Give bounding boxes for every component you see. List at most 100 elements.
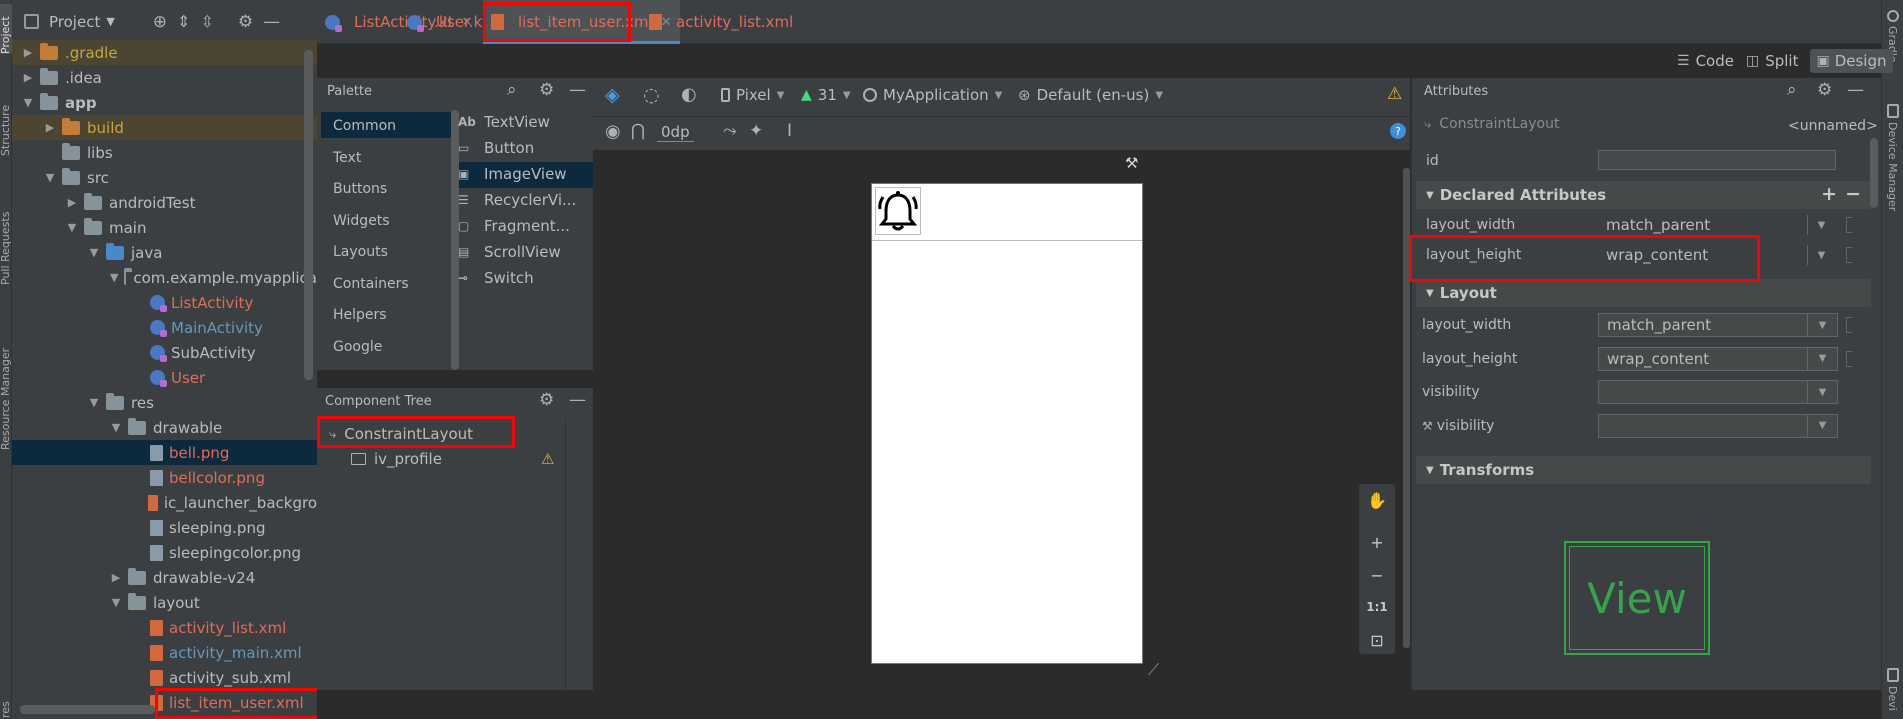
tree-row-mainactivity[interactable]: MainActivity xyxy=(12,315,317,340)
spacer[interactable] xyxy=(132,547,144,559)
structure-tool-tab[interactable]: Structure xyxy=(0,96,12,156)
night-mode-icon[interactable]: ◐ xyxy=(681,84,697,105)
chevron-down-icon[interactable]: ▼ xyxy=(106,15,114,28)
devices-tool-tab[interactable]: Devi xyxy=(1886,686,1899,719)
tree-row--idea[interactable]: ▶ .idea xyxy=(12,65,317,90)
palette-item-textview[interactable]: Ab TextView xyxy=(458,113,550,131)
chevron-down-icon[interactable]: ▼ xyxy=(110,271,118,284)
target-icon[interactable]: ⊕ xyxy=(153,12,167,32)
component-tree-hide-icon[interactable]: — xyxy=(569,390,586,410)
palette-category-containers[interactable]: Containers xyxy=(333,276,409,292)
tree-row-gradle[interactable]: ▶. gradle xyxy=(12,40,317,65)
attr-id-input[interactable] xyxy=(1598,150,1836,170)
tree-row-build[interactable]: ▶ build xyxy=(12,115,317,140)
chevron-down-icon[interactable]: ▼ xyxy=(88,246,100,259)
chevron-right-icon[interactable]: ▶ xyxy=(22,46,34,59)
tree-row-bell-png[interactable]: bell.png xyxy=(12,440,317,465)
tree-row-androidtest[interactable]: ▶ androidTest xyxy=(12,190,317,215)
chevron-down-icon[interactable]: ▼ xyxy=(1807,381,1837,403)
chevron-right-icon[interactable]: ▶ xyxy=(66,196,78,209)
layout-section-header[interactable]: ▼ Layout xyxy=(1416,279,1871,307)
zoom-fit-icon[interactable]: ⊡ xyxy=(1362,626,1392,654)
attributes-search-icon[interactable]: ⌕ xyxy=(1787,80,1797,100)
resource-manager-tool-tab[interactable]: Resource Manager xyxy=(0,330,12,450)
code-view-button[interactable]: Code xyxy=(1696,52,1734,70)
chevron-down-icon[interactable]: ▼ xyxy=(1807,314,1837,336)
chevron-right-icon[interactable]: ▶ xyxy=(110,571,122,584)
chevron-down-icon[interactable]: ▼ xyxy=(66,221,78,234)
wrench-icon[interactable]: ⚒ xyxy=(1125,154,1138,172)
palette-item-recyclervi-[interactable]: ☰ RecyclerVi... xyxy=(458,191,576,209)
palette-item-switch[interactable]: ⊸ Switch xyxy=(458,269,534,287)
theme-selector[interactable]: MyApplication ▼ xyxy=(863,86,1002,104)
spacer[interactable] xyxy=(132,497,142,509)
declared-attributes-header[interactable]: ▼ Declared Attributes + − xyxy=(1416,181,1871,209)
clear-constraints-icon[interactable]: ⤳ xyxy=(723,121,737,141)
attributes-hide-icon[interactable]: — xyxy=(1847,80,1864,100)
tree-row-java[interactable]: ▼ java xyxy=(12,240,317,265)
iv-profile[interactable] xyxy=(875,187,921,235)
api-selector[interactable]: ▲ 31 ▼ xyxy=(801,86,851,104)
palette-item-fragment-[interactable]: ▢ Fragment... xyxy=(458,217,570,235)
tree-row-activity-list-xml[interactable]: activity_list.xml xyxy=(12,615,317,640)
pan-icon[interactable]: ✋ xyxy=(1362,486,1392,514)
layers-icon[interactable]: ◈ xyxy=(605,84,620,106)
layout-attr-input-0[interactable]: match_parent ▼ xyxy=(1598,313,1838,337)
chevron-down-icon[interactable]: ▼ xyxy=(44,171,56,184)
pull-requests-tool-tab[interactable]: Pull Requests xyxy=(0,200,12,285)
split-view-button[interactable]: Split xyxy=(1765,52,1798,70)
warning-icon[interactable]: ⚠ xyxy=(541,450,554,468)
tree-row-libs[interactable]: libs xyxy=(12,140,317,165)
tree-row-com-example-myapplica[interactable]: ▼ com.example.myapplica xyxy=(12,265,317,290)
tree-row-sleepingcolor-png[interactable]: sleepingcolor.png xyxy=(12,540,317,565)
guidelines-icon[interactable]: Ⅰ xyxy=(787,121,792,141)
palette-hide-icon[interactable]: — xyxy=(569,80,586,100)
component-tree-child[interactable]: iv_profile xyxy=(351,450,442,468)
spacer[interactable] xyxy=(132,522,144,534)
tab-activity-list-xml[interactable]: activity_list.xml xyxy=(641,0,801,44)
tree-row-bellcolor-png[interactable]: bellcolor.png xyxy=(12,465,317,490)
spacer[interactable] xyxy=(132,322,144,334)
palette-item-imageview[interactable]: ▣ ImageView xyxy=(458,165,567,183)
transform-preview[interactable]: View xyxy=(1564,541,1710,655)
layout-attr-input-3[interactable]: ▼ xyxy=(1598,413,1838,438)
declared-attr-value-layout_width[interactable]: match_parent xyxy=(1598,213,1838,237)
add-attribute-icon[interactable]: + xyxy=(1821,183,1837,205)
chevron-down-icon[interactable]: ▼ xyxy=(1807,245,1835,265)
spacer[interactable] xyxy=(132,472,144,484)
attributes-scrollbar[interactable] xyxy=(1870,138,1878,208)
attributes-gear-icon[interactable]: ⚙ xyxy=(1817,80,1832,100)
infer-constraints-icon[interactable]: ✦ xyxy=(749,121,763,141)
search-icon[interactable]: ⌕ xyxy=(507,80,517,100)
palette-category-widgets[interactable]: Widgets xyxy=(333,213,390,229)
layout-attr-input-1[interactable]: wrap_content ▼ xyxy=(1598,346,1838,371)
tree-row-activity-sub-xml[interactable]: activity_sub.xml xyxy=(12,665,317,690)
palette-category-text[interactable]: Text xyxy=(333,150,361,166)
tree-row-sleeping-png[interactable]: sleeping.png xyxy=(12,515,317,540)
tree-row-layout[interactable]: ▼ layout xyxy=(12,590,317,615)
tree-row-app[interactable]: ▼ app xyxy=(12,90,317,115)
eye-icon[interactable]: ◉ xyxy=(605,121,621,142)
palette-item-button[interactable]: ▭ Button xyxy=(458,139,534,157)
palette-category-common[interactable]: Common xyxy=(333,118,396,134)
tree-row-drawable-v24[interactable]: ▶ drawable-v24 xyxy=(12,565,317,590)
zoom-actual-size-button[interactable]: 1:1 xyxy=(1362,593,1392,621)
expand-all-icon[interactable]: ⇕ xyxy=(177,12,190,31)
chevron-down-icon[interactable]: ▼ xyxy=(110,421,122,434)
zoom-out-button[interactable]: − xyxy=(1362,561,1392,589)
transforms-section-header[interactable]: ▼ Transforms xyxy=(1416,456,1871,484)
gear-icon[interactable]: ⚙ xyxy=(238,12,253,32)
hide-icon[interactable]: — xyxy=(263,12,280,32)
tree-row-res[interactable]: ▼ res xyxy=(12,390,317,415)
chevron-down-icon[interactable]: ▼ xyxy=(1807,215,1835,235)
remove-attribute-icon[interactable]: − xyxy=(1845,183,1861,205)
chevron-down-icon[interactable]: ▼ xyxy=(1807,347,1837,370)
layout-preview[interactable] xyxy=(871,183,1143,664)
spacer[interactable] xyxy=(132,622,144,634)
resize-handle-icon[interactable]: ⟋ xyxy=(1148,660,1159,680)
project-view-selector[interactable]: Project xyxy=(49,13,100,31)
device-manager-tool-tab[interactable]: Device Manager xyxy=(1886,122,1899,232)
default-margin-field[interactable]: 0dp xyxy=(657,123,694,142)
tree-row-src[interactable]: ▼ src xyxy=(12,165,317,190)
palette-category-helpers[interactable]: Helpers xyxy=(333,307,387,323)
